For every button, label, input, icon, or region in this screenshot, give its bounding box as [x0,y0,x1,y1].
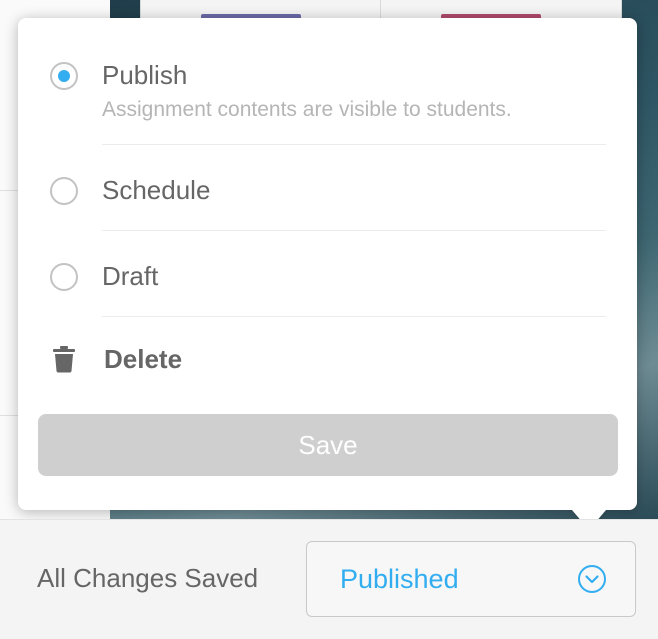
status-value: Published [340,564,459,594]
bottom-status-bar: All Changes Saved Published [0,519,658,639]
option-publish[interactable]: Publish Assignment contents are visible … [50,60,606,140]
option-divider [102,230,606,231]
publish-status-dropdown[interactable]: Published [306,541,636,617]
option-schedule[interactable]: Schedule [50,175,606,209]
option-divider [102,144,606,145]
publish-label[interactable]: Publish [102,60,187,90]
delete-label: Delete [104,344,183,374]
draft-radio[interactable] [50,263,78,291]
trash-icon [53,346,75,373]
publish-radio[interactable] [50,62,78,90]
option-divider [102,316,606,317]
draft-label[interactable]: Draft [102,261,158,291]
option-draft[interactable]: Draft [50,261,606,295]
schedule-radio[interactable] [50,177,78,205]
save-button[interactable]: Save [38,414,618,476]
save-status-text: All Changes Saved [37,563,259,593]
chevron-down-circle-icon[interactable] [577,564,607,594]
delete-button[interactable]: Delete [52,341,252,377]
publish-status-popover: Publish Assignment contents are visible … [18,18,637,510]
schedule-label[interactable]: Schedule [102,175,210,205]
publish-description: Assignment contents are visible to stude… [102,98,512,121]
